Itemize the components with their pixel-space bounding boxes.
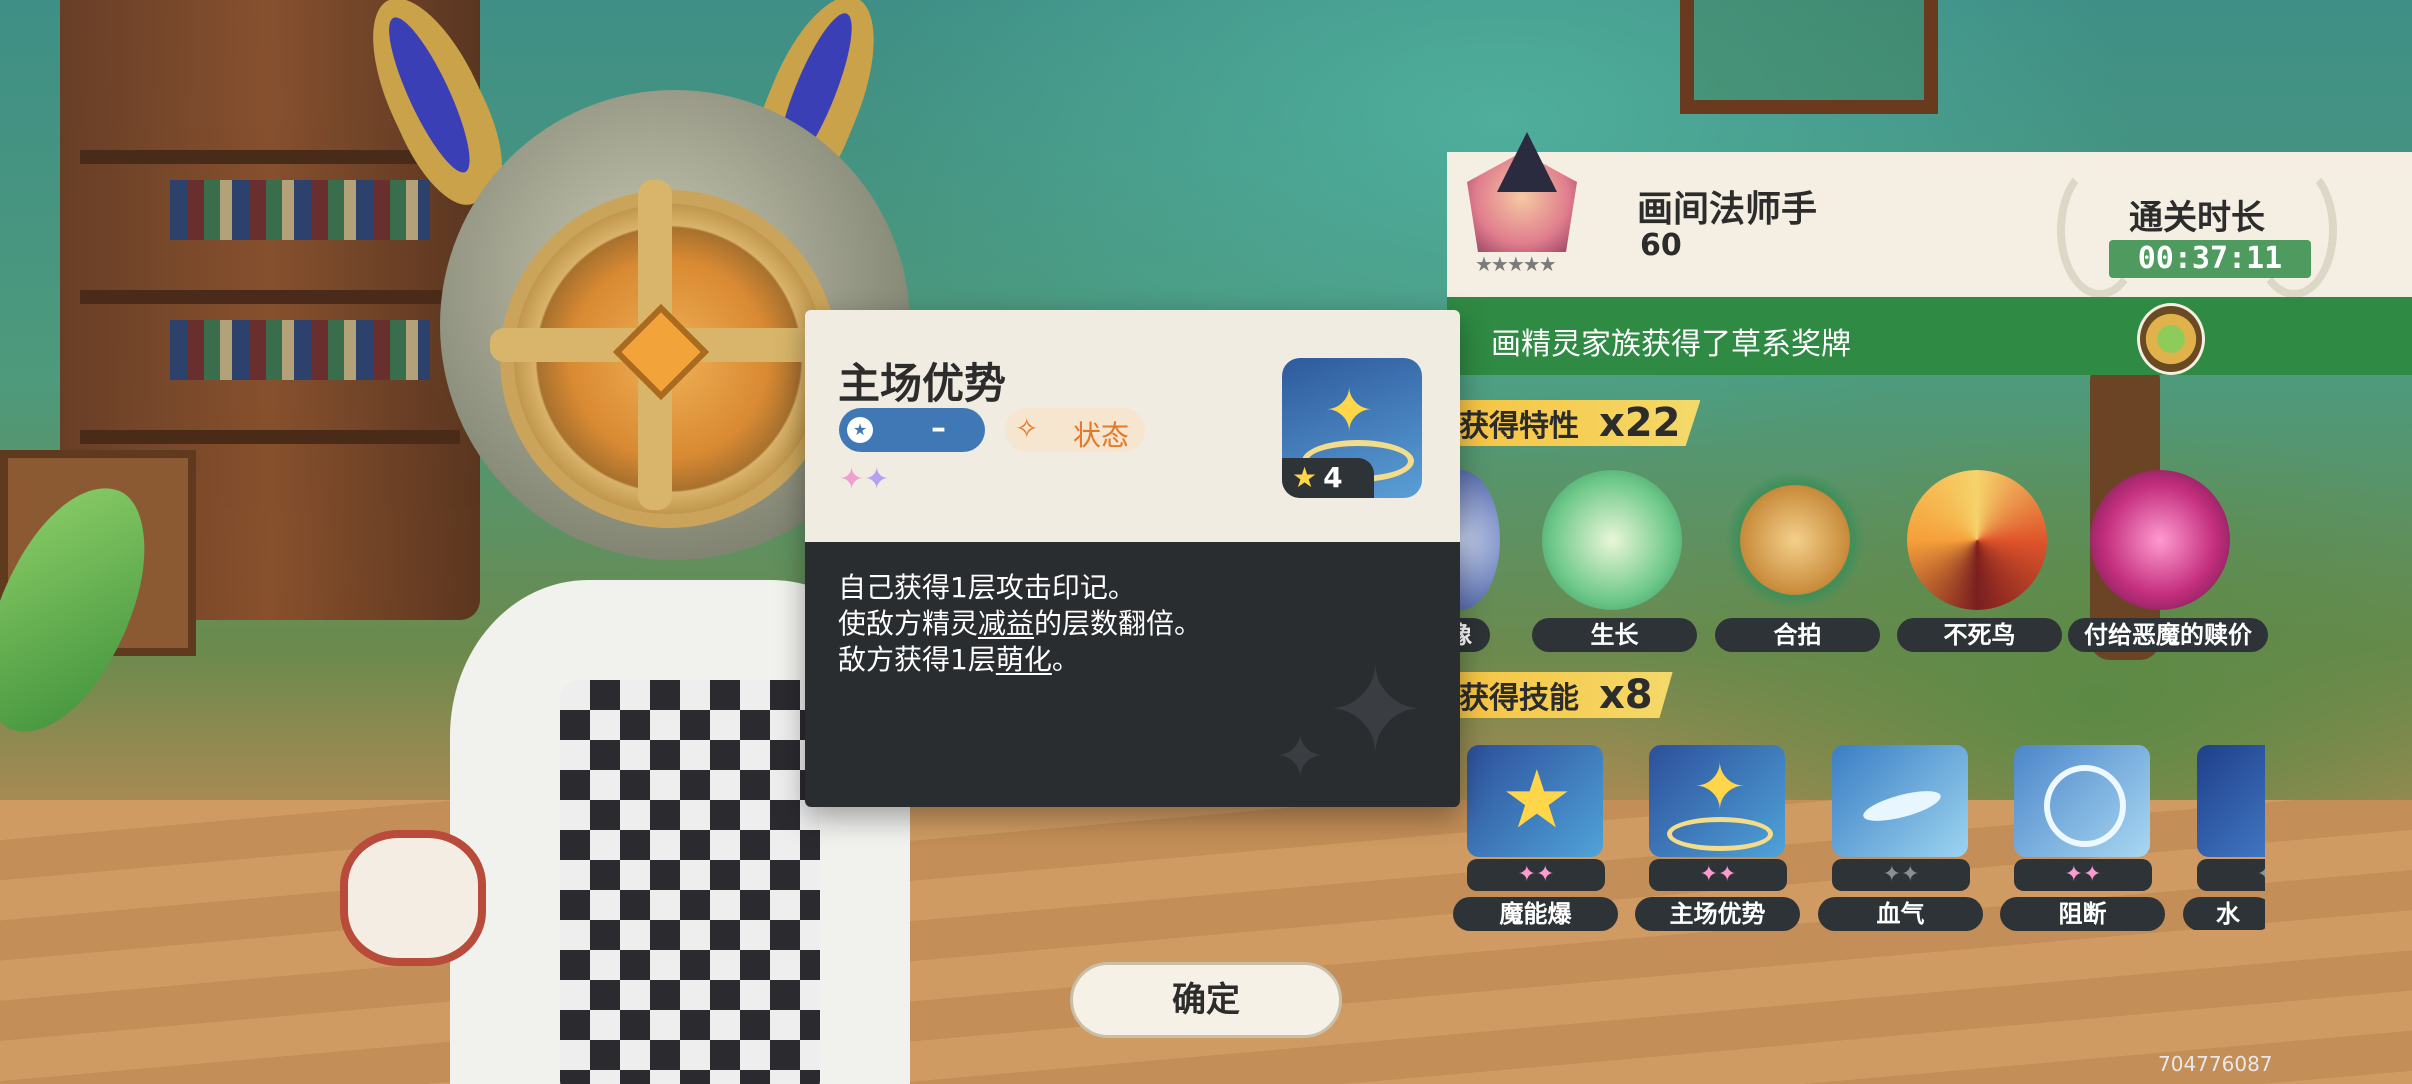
- block-skill-icon: [2014, 745, 2150, 857]
- trait-item[interactable]: 合拍: [1715, 470, 1880, 652]
- rarity-gem-icon: ✦✦: [1649, 859, 1787, 891]
- status-sparkle-icon: ✧: [1015, 412, 1039, 445]
- desc-line-3: 敌方获得1层萌化。: [838, 642, 1202, 678]
- skill-item[interactable]: ✦✦ 阻断: [2000, 745, 2165, 931]
- clear-time-value: 00:37:11: [2109, 240, 2311, 278]
- grass-medal-icon[interactable]: [2137, 303, 2205, 375]
- skill-label: 血气: [1818, 897, 1983, 931]
- traits-section-title: 获得特性 x22: [1453, 400, 1701, 446]
- rarity-gem-icon: ✦: [2197, 859, 2265, 891]
- boss-name: 画间法师手: [1637, 189, 1818, 230]
- trait-label: 付给恶魔的赎价: [2068, 618, 2268, 652]
- boss-level: 60: [1640, 228, 1682, 263]
- rarity-gem-icon: ✦✦: [839, 462, 890, 497]
- skill-item[interactable]: ★ ✦✦ 魔能爆: [1453, 745, 1618, 931]
- skill-label: 阻断: [2000, 897, 2165, 931]
- skill-item[interactable]: ✦ ✦✦ 主场优势: [1635, 745, 1800, 931]
- phoenix-trait-icon: [1907, 470, 2047, 610]
- popup-description-panel: ✦ ✦ 自己获得1层攻击印记。 使敌方精灵减益的层数翻倍。 敌方获得1层萌化。: [805, 542, 1460, 807]
- energy-star-icon: ★: [1292, 461, 1318, 494]
- rarity-gem-icon: ✦✦: [1467, 859, 1605, 891]
- clear-time-block: 通关时长 00:37:11: [2057, 162, 2337, 298]
- trait-item[interactable]: 不死鸟: [1897, 470, 2062, 652]
- skills-title: 获得技能: [1459, 681, 1579, 716]
- trait-item[interactable]: 生长: [1532, 470, 1697, 652]
- trait-label: 合拍: [1715, 618, 1880, 652]
- desc-text: 的层数翻倍。: [1034, 607, 1203, 640]
- skill-type-label: –: [931, 411, 946, 446]
- player-uid: 704776087: [2158, 1052, 2273, 1076]
- skill-label: 水: [2183, 897, 2265, 930]
- hanging-frame: [1680, 0, 1938, 114]
- confirm-button[interactable]: 确定: [1070, 962, 1342, 1038]
- boss-star-rating: ★★★★★: [1475, 252, 1557, 276]
- popup-title: 主场优势: [838, 359, 1007, 408]
- growth-trait-icon: [1542, 470, 1682, 610]
- skill-category-label: 状态: [1073, 419, 1130, 452]
- skill-description: 自己获得1层攻击印记。 使敌方精灵减益的层数翻倍。 敌方获得1层萌化。: [838, 570, 1202, 678]
- skills-count: x8: [1599, 672, 1653, 718]
- desc-line-1: 自己获得1层攻击印记。: [838, 571, 1136, 604]
- sparkle-decoration-icon: ✦: [1275, 722, 1326, 792]
- trait-label: 生长: [1532, 618, 1697, 652]
- rarity-gem-icon: ✦✦: [1832, 859, 1970, 891]
- desc-text: 使敌方精灵: [838, 607, 979, 640]
- skill-item[interactable]: ✦✦ 血气: [1818, 745, 1983, 931]
- desc-text: 。: [1051, 643, 1080, 676]
- desc-text: 敌方获得1层: [838, 643, 996, 676]
- blood-qi-skill-icon: [1832, 745, 1968, 857]
- energy-cost: 4: [1323, 461, 1343, 494]
- skills-section-title: 获得技能 x8: [1453, 672, 1673, 718]
- sparkle-decoration-icon: ✦: [1325, 642, 1426, 781]
- trait-item[interactable]: 付给恶魔的赎价: [2068, 470, 2268, 652]
- traits-title: 获得特性: [1459, 409, 1579, 444]
- normal-type-icon: ★: [847, 417, 873, 443]
- rarity-gem-icon: ✦✦: [2014, 859, 2152, 891]
- traits-count: x22: [1599, 400, 1681, 446]
- cute-keyword-link[interactable]: 萌化: [996, 643, 1052, 676]
- debuff-keyword-link[interactable]: 减益: [978, 607, 1034, 640]
- trait-label: 不死鸟: [1897, 618, 2062, 652]
- home-advantage-skill-icon: ✦: [1649, 745, 1785, 857]
- desc-line-2: 使敌方精灵减益的层数翻倍。: [838, 606, 1202, 642]
- water-skill-icon: [2197, 745, 2265, 857]
- magic-burst-skill-icon: ★: [1467, 745, 1603, 857]
- skill-label: 主场优势: [1635, 897, 1800, 931]
- energy-cost-badge: ★ 4: [1282, 458, 1374, 498]
- medal-banner: 画精灵家族获得了草系奖牌: [1447, 297, 2412, 375]
- home-advantage-skill-icon: ✦ ★ 4: [1282, 358, 1422, 498]
- battle-result-panel: ★★★★★ 画间法师手 60 通关时长 00:37:11: [1447, 132, 2412, 298]
- skill-item[interactable]: ✦ 水: [2183, 745, 2265, 930]
- boss-portrait-icon: ★★★★★: [1467, 132, 1587, 276]
- clear-time-label: 通关时长: [2129, 198, 2265, 238]
- demon-ransom-trait-icon: [2090, 470, 2230, 610]
- popup-header: 主场优势 ★ – ✧ 状态 ✦✦ ✦ ★ 4: [805, 310, 1460, 542]
- gears-trait-icon: [1725, 470, 1865, 610]
- skill-detail-popup: 主场优势 ★ – ✧ 状态 ✦✦ ✦ ★ 4 ✦ ✦ 自己获得1层攻击印记。 使敌…: [805, 310, 1460, 807]
- skill-category-pill: ✧ 状态: [1005, 408, 1145, 452]
- medal-text: 画精灵家族获得了草系奖牌: [1491, 327, 1851, 362]
- skill-type-pill: ★ –: [839, 408, 985, 452]
- skill-label: 魔能爆: [1453, 897, 1618, 931]
